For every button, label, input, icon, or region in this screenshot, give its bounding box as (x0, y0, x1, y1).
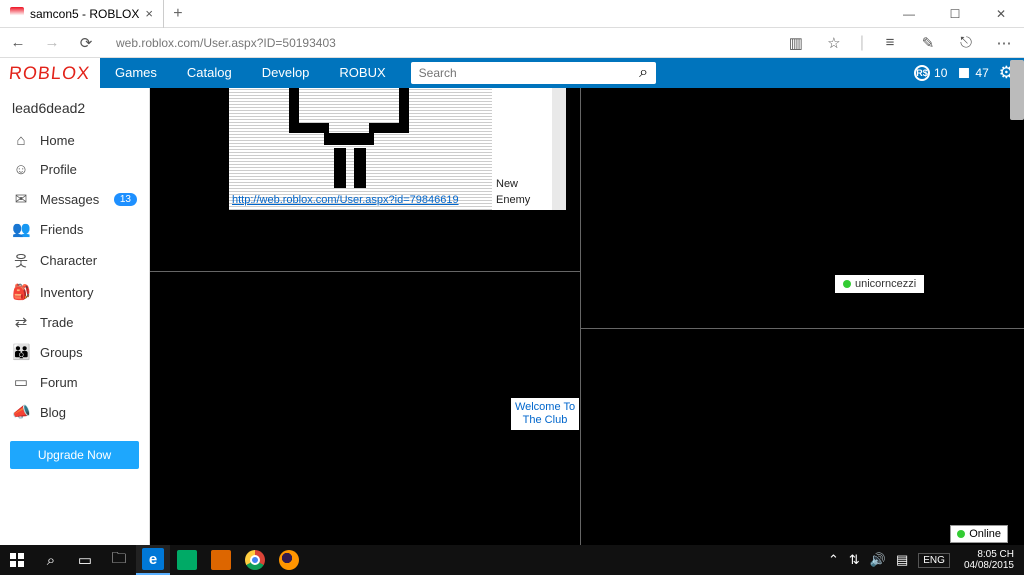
favorite-icon[interactable]: ☆ (822, 34, 846, 52)
scrollbar[interactable] (552, 88, 566, 210)
sidebar-item-groups[interactable]: 👪Groups (0, 337, 149, 367)
online-status-pill[interactable]: Online (950, 525, 1008, 543)
divider (150, 271, 580, 272)
blurb-side-column: New Enemy (492, 88, 552, 210)
profile-link[interactable]: http://web.roblox.com/User.aspx?id=79846… (232, 194, 459, 206)
sidebar-item-messages[interactable]: ✉Messages13 (0, 184, 149, 214)
system-tray: ⌃ ⇅ 🔊 ▤ ENG 8:05 CH 04/08/2015 (828, 549, 1024, 571)
nav-develop[interactable]: Develop (247, 58, 325, 88)
webnote-icon[interactable]: ✎ (916, 34, 940, 52)
file-explorer-icon[interactable]: 🗀 (102, 545, 136, 575)
ascii-art (229, 88, 492, 210)
new-tab-button[interactable]: + (164, 5, 192, 23)
site-header: ROBLOX Games Catalog Develop ROBUX ⌕ R$ … (0, 58, 1024, 88)
tix-balance[interactable]: 47 (957, 66, 988, 80)
windows-taskbar: ⌕ ▭ 🗀 e ⌃ ⇅ 🔊 ▤ ENG 8:05 CH 04/08/2015 (0, 545, 1024, 575)
robux-balance[interactable]: R$ 10 (914, 65, 947, 81)
search-input[interactable] (411, 62, 632, 84)
refresh-button[interactable]: ⟳ (76, 34, 96, 52)
online-dot-icon (843, 280, 851, 288)
divider (580, 88, 581, 545)
sidebar-item-inventory[interactable]: 🎒Inventory (0, 277, 149, 307)
sidebar-item-trade[interactable]: ⇄Trade (0, 307, 149, 337)
messages-badge: 13 (114, 193, 137, 206)
welcome-club-box[interactable]: Welcome To The Club (511, 398, 579, 430)
friend-card[interactable]: unicorncezzi (835, 275, 924, 293)
taskbar-clock[interactable]: 8:05 CH 04/08/2015 (960, 549, 1018, 571)
friend-username: unicorncezzi (855, 278, 916, 290)
sidebar-item-profile[interactable]: ☺Profile (0, 155, 149, 184)
taskbar-search-icon[interactable]: ⌕ (34, 545, 68, 575)
video-app-icon[interactable] (204, 545, 238, 575)
search-box[interactable]: ⌕ (411, 62, 656, 84)
firefox-icon[interactable] (272, 545, 306, 575)
window-maximize-button[interactable]: ☐ (932, 0, 978, 28)
search-icon[interactable]: ⌕ (632, 64, 656, 82)
groups-icon: 👪 (12, 343, 30, 361)
share-icon[interactable]: ⎋ (954, 34, 978, 51)
blog-icon: 📣 (12, 403, 30, 421)
tab-favicon (10, 7, 24, 21)
nav-catalog[interactable]: Catalog (172, 58, 247, 88)
volume-icon[interactable]: 🔊 (870, 552, 886, 568)
profile-icon: ☺ (12, 161, 30, 178)
tray-chevron-up-icon[interactable]: ⌃ (828, 552, 839, 568)
sidebar-item-character[interactable]: 웃Character (0, 244, 149, 277)
back-button[interactable]: ← (8, 34, 28, 51)
more-icon[interactable]: ⋯ (992, 34, 1016, 52)
upgrade-now-button[interactable]: Upgrade Now (10, 441, 139, 469)
inventory-icon: 🎒 (12, 283, 30, 301)
address-bar[interactable]: web.roblox.com/User.aspx?ID=50193403 (110, 36, 770, 50)
character-icon: 웃 (12, 250, 30, 271)
main-nav: Games Catalog Develop ROBUX (100, 58, 401, 88)
roblox-logo[interactable]: ROBLOX (0, 58, 100, 88)
home-icon: ⌂ (12, 132, 30, 149)
left-sidebar: lead6dead2 ⌂Home ☺Profile ✉Messages13 👥F… (0, 88, 150, 545)
robux-icon: R$ (914, 65, 930, 81)
browser-toolbar: ← → ⟳ web.roblox.com/User.aspx?ID=501934… (0, 28, 1024, 58)
tab-close-icon[interactable]: × (145, 6, 153, 21)
task-view-icon[interactable]: ▭ (68, 545, 102, 575)
start-button[interactable] (0, 545, 34, 575)
nav-games[interactable]: Games (100, 58, 172, 88)
divider (581, 328, 1024, 329)
browser-tab[interactable]: samcon5 - ROBLOX × (0, 0, 164, 28)
forum-icon: ▭ (12, 373, 30, 391)
friends-icon: 👥 (12, 220, 30, 238)
profile-content: New Enemy http://web.roblox.com/User.asp… (150, 88, 1024, 545)
tab-title: samcon5 - ROBLOX (30, 7, 139, 21)
trade-icon: ⇄ (12, 313, 30, 331)
tix-icon (954, 63, 974, 83)
forward-button[interactable]: → (42, 34, 62, 51)
reading-view-icon[interactable]: ▥ (784, 34, 808, 52)
hub-icon[interactable]: ≡ (878, 34, 902, 51)
window-minimize-button[interactable]: — (886, 0, 932, 28)
sidebar-username[interactable]: lead6dead2 (0, 96, 149, 126)
online-dot-icon (957, 530, 965, 538)
language-indicator[interactable]: ENG (918, 553, 950, 568)
page-scrollbar[interactable] (1010, 60, 1024, 120)
messages-icon: ✉ (12, 190, 30, 208)
sidebar-item-home[interactable]: ⌂Home (0, 126, 149, 155)
action-center-icon[interactable]: ▤ (896, 552, 908, 568)
nav-robux[interactable]: ROBUX (324, 58, 400, 88)
window-close-button[interactable]: ✕ (978, 0, 1024, 28)
sidebar-item-forum[interactable]: ▭Forum (0, 367, 149, 397)
sidebar-item-friends[interactable]: 👥Friends (0, 214, 149, 244)
store-icon[interactable] (170, 545, 204, 575)
edge-browser-icon[interactable]: e (136, 545, 170, 575)
profile-blurb-box: New Enemy (229, 88, 566, 210)
sidebar-item-blog[interactable]: 📣Blog (0, 397, 149, 427)
chrome-icon[interactable] (238, 545, 272, 575)
window-titlebar: samcon5 - ROBLOX × + — ☐ ✕ (0, 0, 1024, 28)
network-icon[interactable]: ⇅ (849, 552, 860, 568)
